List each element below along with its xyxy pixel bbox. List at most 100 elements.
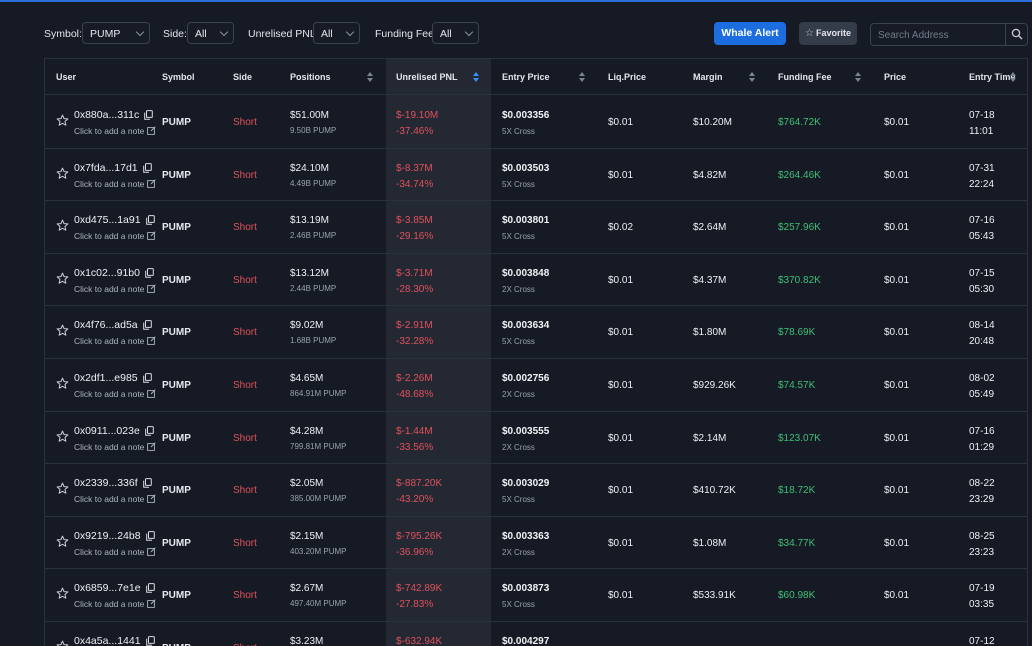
wallet-address[interactable]: 0x4a5a...1441 bbox=[74, 635, 141, 646]
side-filter-label: Side: bbox=[163, 28, 187, 40]
table-row[interactable]: 0x4a5a...1441 Click to add a note PUMP S… bbox=[45, 622, 1027, 646]
add-note-link[interactable]: Click to add a note bbox=[74, 179, 144, 189]
col-header-entry-price[interactable]: Entry Price bbox=[502, 59, 550, 95]
wallet-address[interactable]: 0x7fda...17d1 bbox=[74, 162, 138, 174]
copy-icon[interactable] bbox=[143, 320, 152, 331]
edit-note-icon[interactable] bbox=[147, 336, 156, 346]
unrealised-pnl-percent: -29.16% bbox=[396, 231, 434, 243]
sort-icon[interactable] bbox=[578, 72, 586, 82]
col-header-funding-fee[interactable]: Funding Fee bbox=[778, 59, 832, 95]
funding-fee-select[interactable]: All bbox=[432, 22, 479, 44]
favorite-star-icon[interactable] bbox=[56, 430, 69, 443]
search-button[interactable] bbox=[1005, 24, 1027, 45]
sort-icon[interactable] bbox=[366, 72, 374, 82]
sort-icon[interactable] bbox=[748, 72, 756, 82]
favorite-star-icon[interactable] bbox=[56, 377, 69, 390]
wallet-address[interactable]: 0x9219...24b8 bbox=[74, 530, 141, 542]
table-row[interactable]: 0x9219...24b8 Click to add a note PUMP S… bbox=[45, 517, 1027, 570]
table-row[interactable]: 0x2df1...e985 Click to add a note PUMP S… bbox=[45, 359, 1027, 412]
col-header-margin[interactable]: Margin bbox=[693, 59, 723, 95]
edit-note-icon[interactable] bbox=[147, 126, 156, 135]
wallet-address[interactable]: 0x2339...336f bbox=[74, 477, 138, 489]
funding-fee: $370.82K bbox=[778, 274, 821, 286]
edit-note-icon[interactable] bbox=[147, 547, 156, 556]
entry-date: 08-14 bbox=[969, 320, 995, 332]
unrealised-pnl-value: $-3.85M bbox=[396, 215, 433, 227]
liq-price: $0.01 bbox=[608, 537, 634, 549]
copy-icon[interactable] bbox=[145, 425, 154, 436]
copy-icon[interactable] bbox=[143, 478, 152, 488]
table-row[interactable]: 0x880a...311c Click to add a note PUMP S… bbox=[45, 96, 1027, 149]
search-address-input[interactable] bbox=[878, 28, 1003, 42]
entry-price: $0.003848 bbox=[502, 267, 550, 279]
table-row[interactable]: 0x6859...7e1e Click to add a note PUMP S… bbox=[45, 569, 1027, 622]
add-note-link[interactable]: Click to add a note bbox=[74, 231, 144, 241]
favorite-star-icon[interactable] bbox=[56, 640, 69, 646]
copy-icon[interactable] bbox=[144, 110, 153, 120]
funding-fee: $257.96K bbox=[778, 222, 821, 234]
side-select[interactable]: All bbox=[187, 22, 234, 44]
edit-note-icon[interactable] bbox=[147, 231, 156, 241]
symbol-cell: PUMP bbox=[162, 327, 191, 339]
copy-icon[interactable] bbox=[146, 215, 155, 225]
wallet-address[interactable]: 0x1c02...91b0 bbox=[74, 267, 140, 279]
copy-icon[interactable] bbox=[145, 267, 154, 278]
favorite-star-icon[interactable] bbox=[56, 535, 69, 548]
add-note-link[interactable]: Click to add a note bbox=[74, 389, 144, 399]
wallet-address[interactable]: 0xd475...1a91 bbox=[74, 214, 141, 226]
sort-desc-icon[interactable] bbox=[472, 72, 480, 82]
wallet-address[interactable]: 0x2df1...e985 bbox=[74, 372, 138, 384]
add-note-link[interactable]: Click to add a note bbox=[74, 442, 144, 452]
liq-price: $0.01 bbox=[608, 432, 634, 444]
col-header-positions[interactable]: Positions bbox=[290, 59, 331, 95]
edit-note-icon[interactable] bbox=[147, 441, 156, 451]
sort-icon[interactable] bbox=[1009, 72, 1017, 82]
unrealised-pnl-select[interactable]: All bbox=[313, 22, 360, 44]
copy-icon[interactable] bbox=[143, 373, 152, 383]
col-header-unrealised-pnl[interactable]: Unrelised PNL bbox=[396, 59, 458, 95]
copy-icon[interactable] bbox=[146, 636, 155, 646]
copy-icon[interactable] bbox=[146, 583, 155, 594]
add-note-link[interactable]: Click to add a note bbox=[74, 494, 144, 504]
favorite-star-icon[interactable] bbox=[56, 167, 69, 180]
table-row[interactable]: 0x4f76...ad5a Click to add a note PUMP S… bbox=[45, 306, 1027, 359]
sort-icon[interactable] bbox=[854, 72, 862, 82]
position-quantity: 2.44B PUMP bbox=[290, 283, 337, 293]
wallet-address[interactable]: 0x4f76...ad5a bbox=[74, 319, 138, 331]
edit-note-icon[interactable] bbox=[147, 178, 156, 188]
favorite-star-icon[interactable] bbox=[56, 587, 69, 600]
price: $0.01 bbox=[884, 379, 910, 391]
add-note-link[interactable]: Click to add a note bbox=[74, 284, 144, 294]
leverage: 2X Cross bbox=[502, 442, 535, 452]
add-note-link[interactable]: Click to add a note bbox=[74, 336, 144, 346]
wallet-address[interactable]: 0x6859...7e1e bbox=[74, 582, 141, 594]
add-note-link[interactable]: Click to add a note bbox=[74, 547, 144, 557]
edit-note-icon[interactable] bbox=[147, 389, 156, 398]
table-row[interactable]: 0x2339...336f Click to add a note PUMP S… bbox=[45, 464, 1027, 517]
table-row[interactable]: 0x7fda...17d1 Click to add a note PUMP S… bbox=[45, 149, 1027, 202]
add-note-link[interactable]: Click to add a note bbox=[74, 126, 144, 136]
copy-icon[interactable] bbox=[146, 530, 155, 541]
table-row[interactable]: 0x1c02...91b0 Click to add a note PUMP S… bbox=[45, 254, 1027, 307]
wallet-address[interactable]: 0x0911...023e bbox=[74, 425, 140, 437]
position-quantity: 497.40M PUMP bbox=[290, 599, 347, 609]
copy-icon[interactable] bbox=[143, 162, 152, 173]
favorite-button-label: Favorite bbox=[815, 28, 851, 38]
favorite-button[interactable]: ☆ Favorite bbox=[799, 22, 857, 45]
symbol-select[interactable]: PUMP bbox=[82, 22, 150, 44]
margin: $4.37M bbox=[693, 274, 727, 286]
table-row[interactable]: 0xd475...1a91 Click to add a note PUMP S… bbox=[45, 201, 1027, 254]
edit-note-icon[interactable] bbox=[147, 284, 156, 293]
favorite-star-icon[interactable] bbox=[56, 114, 69, 127]
wallet-address[interactable]: 0x880a...311c bbox=[74, 109, 139, 121]
add-note-link[interactable]: Click to add a note bbox=[74, 599, 144, 609]
favorite-star-icon[interactable] bbox=[56, 272, 69, 285]
favorite-star-icon[interactable] bbox=[56, 219, 69, 232]
favorite-star-icon[interactable] bbox=[56, 324, 69, 337]
unrealised-pnl-percent: -33.56% bbox=[396, 441, 434, 453]
favorite-star-icon[interactable] bbox=[56, 482, 69, 495]
table-row[interactable]: 0x0911...023e Click to add a note PUMP S… bbox=[45, 412, 1027, 465]
edit-note-icon[interactable] bbox=[147, 494, 156, 504]
edit-note-icon[interactable] bbox=[147, 599, 156, 609]
whale-alert-button[interactable]: Whale Alert bbox=[714, 22, 786, 45]
